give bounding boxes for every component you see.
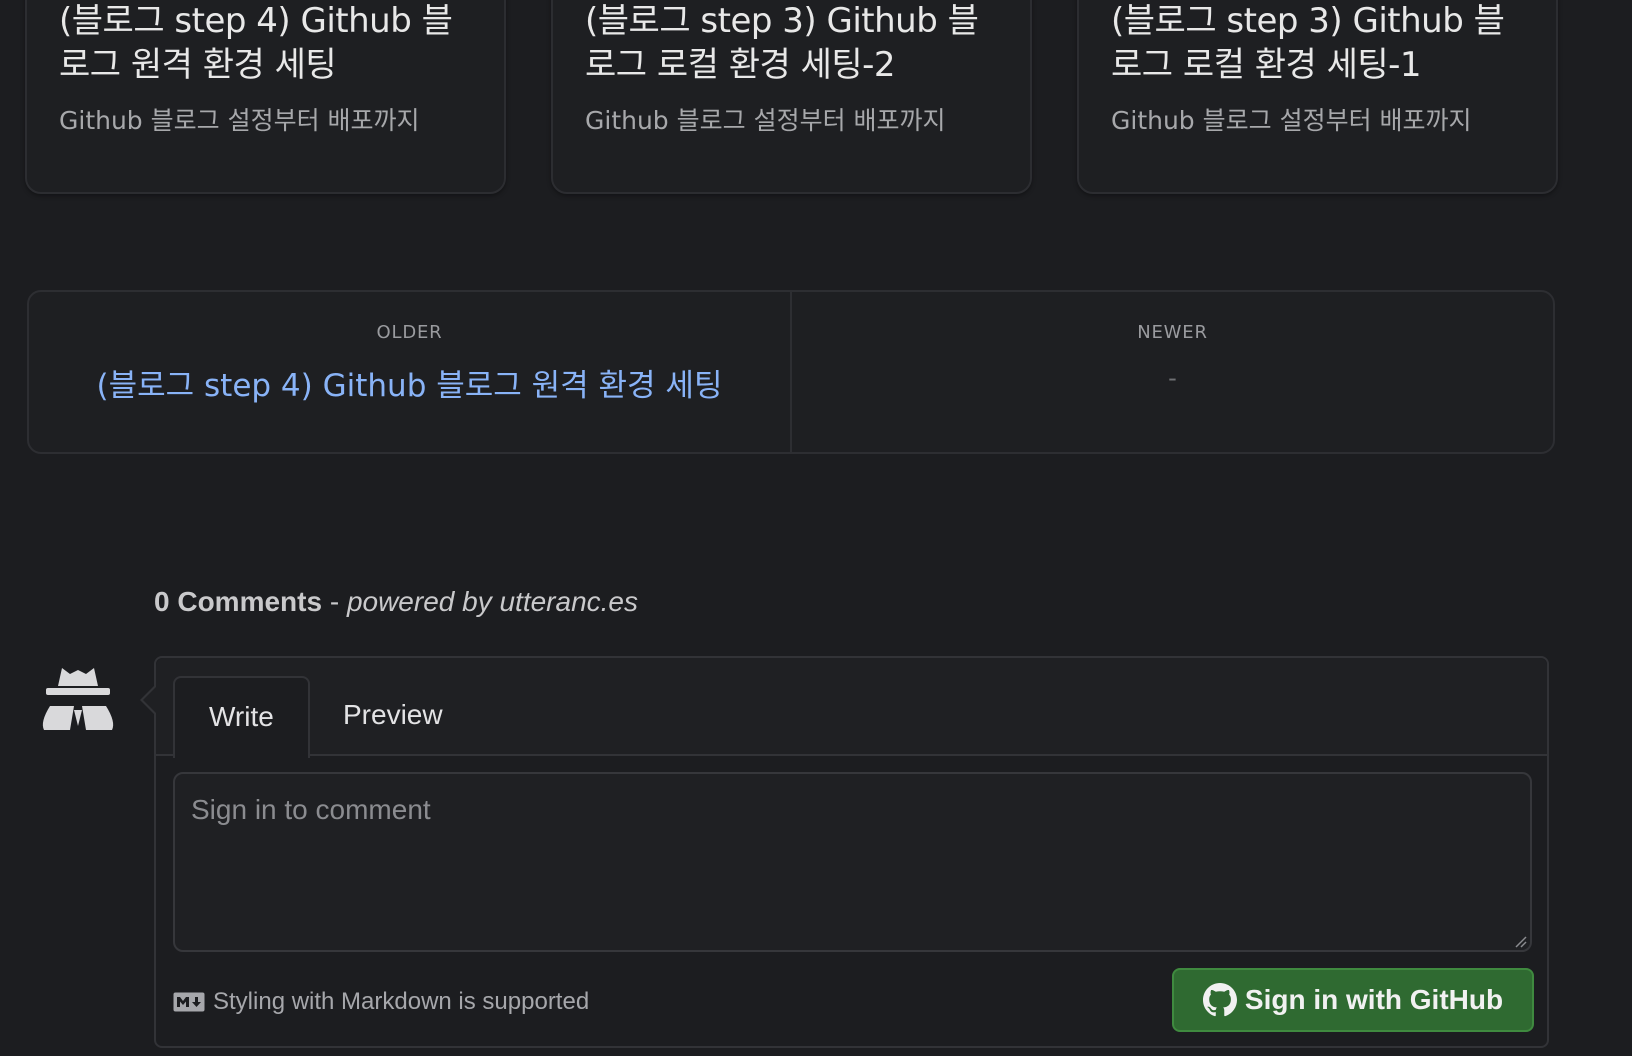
powered-by: powered by utteranc.es — [346, 586, 638, 617]
pager-newer-caption: NEWER — [1137, 322, 1208, 343]
sign-in-github-button[interactable]: Sign in with GitHub — [1172, 968, 1534, 1032]
related-post-title[interactable]: (블로그 step 3) Github 블로그 로컬 환경 세팅-2 — [585, 0, 1002, 87]
sign-in-label: Sign in with GitHub — [1244, 984, 1504, 1015]
comments-separator: - — [322, 586, 347, 617]
related-posts: (블로그 step 4) Github 블로그 원격 환경 세팅 Github … — [25, 0, 1558, 194]
related-post-card[interactable]: (블로그 step 3) Github 블로그 로컬 환경 세팅-2 Githu… — [551, 0, 1032, 194]
related-post-title[interactable]: (블로그 step 3) Github 블로그 로컬 환경 세팅-1 — [1111, 0, 1528, 87]
related-post-subtitle: Github 블로그 설정부터 배포까지 — [1111, 106, 1472, 135]
related-post-title[interactable]: (블로그 step 4) Github 블로그 원격 환경 세팅 — [59, 0, 476, 87]
markdown-icon — [173, 992, 205, 1012]
anonymous-spy-icon — [42, 668, 114, 730]
github-icon — [1202, 983, 1237, 1017]
tab-preview[interactable]: Preview — [309, 676, 477, 758]
post-pagination: OLDER (블로그 step 4) Github 블로그 원격 환경 세팅 N… — [27, 290, 1555, 454]
tab-write[interactable]: Write — [173, 676, 310, 758]
comment-tabs: Write Preview — [156, 658, 1547, 758]
comment-input[interactable] — [173, 772, 1532, 952]
resize-handle-icon[interactable] — [1515, 936, 1527, 948]
markdown-note: Styling with Markdown is supported — [173, 988, 589, 1016]
comment-form: Write Preview Styling with Markdown is s… — [140, 656, 1549, 1048]
pager-newer: NEWER - — [792, 292, 1553, 452]
pager-older: OLDER (블로그 step 4) Github 블로그 원격 환경 세팅 — [29, 292, 792, 452]
related-post-subtitle: Github 블로그 설정부터 배포까지 — [585, 106, 946, 135]
comment-count: 0 Comments — [154, 586, 323, 617]
markdown-note-text: Styling with Markdown is supported — [213, 988, 590, 1015]
related-post-subtitle: Github 블로그 설정부터 배포까지 — [59, 106, 420, 135]
pager-older-caption: OLDER — [376, 322, 443, 343]
related-post-card[interactable]: (블로그 step 3) Github 블로그 로컬 환경 세팅-1 Githu… — [1077, 0, 1558, 194]
pager-older-link[interactable]: (블로그 step 4) Github 블로그 원격 환경 세팅 — [29, 360, 790, 405]
related-post-card[interactable]: (블로그 step 4) Github 블로그 원격 환경 세팅 Github … — [25, 0, 506, 194]
comments-header: 0 Comments - powered by utteranc.es — [154, 586, 638, 618]
pager-newer-placeholder: - — [1168, 364, 1177, 392]
